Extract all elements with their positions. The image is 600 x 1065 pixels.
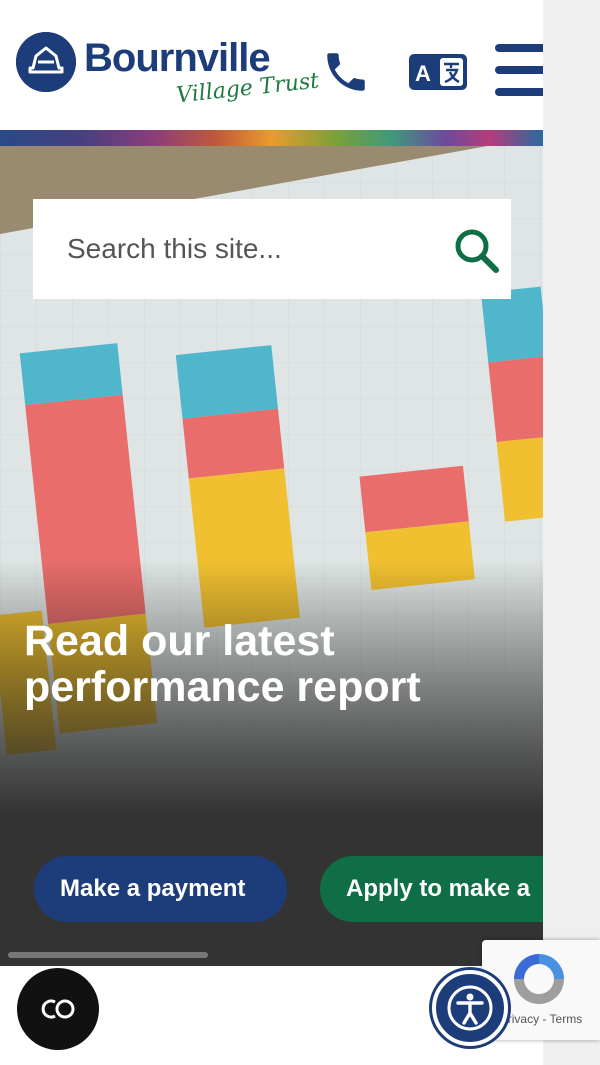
page-viewport: Bournville Village Trust A Search this s… — [0, 0, 543, 1065]
site-header: Bournville Village Trust A — [0, 0, 543, 130]
translate-icon: A — [409, 54, 467, 90]
search-button[interactable] — [447, 221, 507, 281]
phone-button[interactable] — [318, 44, 374, 100]
hero-banner[interactable]: Read our latest performance report — [0, 146, 543, 814]
make-payment-button[interactable]: Make a payment — [34, 856, 287, 922]
browser-scrollbar-gutter — [543, 0, 600, 1065]
logo-emblem-icon — [16, 32, 76, 92]
hamburger-bar — [495, 88, 543, 96]
svg-text:A: A — [415, 61, 431, 86]
brand-colour-stripe — [0, 130, 543, 146]
cookie-consent-button[interactable] — [17, 968, 99, 1050]
recaptcha-icon — [514, 954, 564, 1004]
hamburger-bar — [495, 66, 543, 74]
menu-button[interactable] — [493, 42, 543, 98]
hamburger-menu-icon — [495, 44, 543, 52]
site-search — [33, 199, 511, 299]
translate-button[interactable]: A — [408, 52, 468, 92]
accessibility-button[interactable] — [432, 970, 508, 1046]
hero-title[interactable]: Read our latest performance report — [24, 618, 524, 710]
carousel-scrollbar[interactable] — [8, 952, 208, 958]
logo-wordmark: Bournville — [84, 36, 271, 80]
apply-button[interactable]: Apply to make a — [320, 856, 543, 922]
search-icon — [455, 229, 499, 273]
accessibility-icon — [447, 985, 493, 1031]
site-logo[interactable]: Bournville Village Trust — [16, 32, 320, 116]
search-input[interactable] — [33, 199, 443, 299]
phone-icon — [327, 53, 365, 91]
cookie-icon — [41, 999, 75, 1019]
quick-actions-carousel[interactable]: Make a payment Apply to make a — [0, 814, 543, 966]
